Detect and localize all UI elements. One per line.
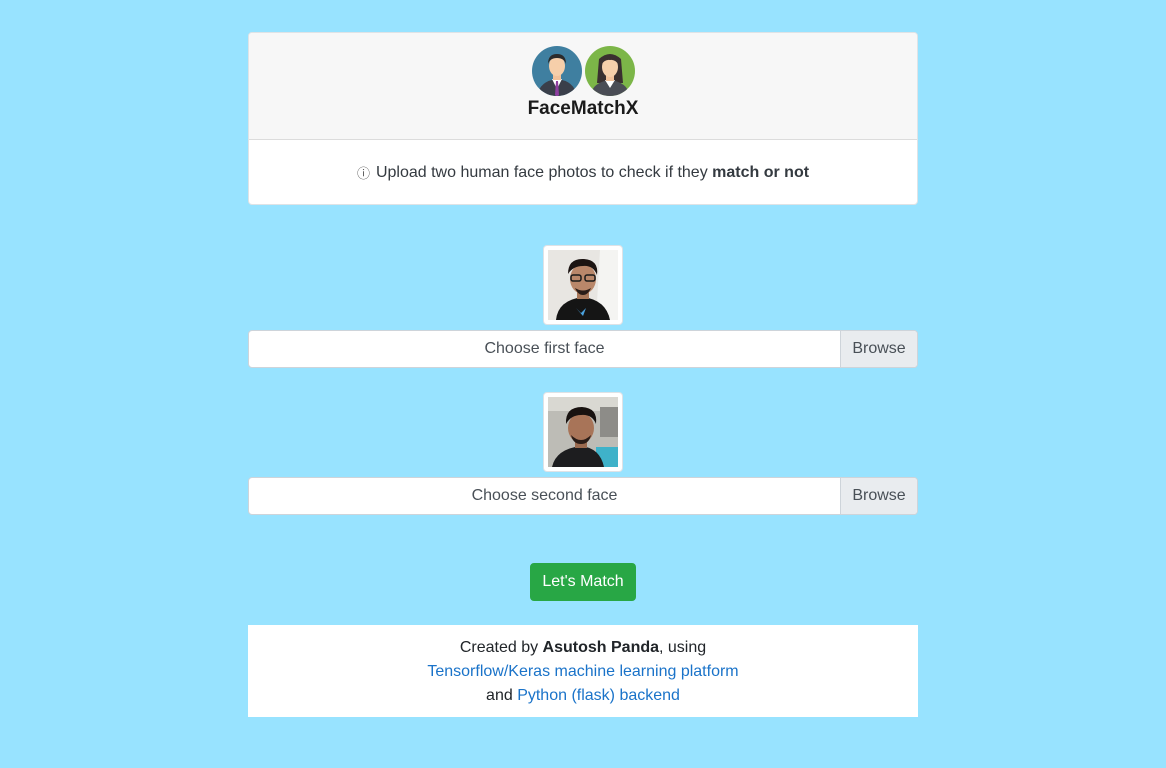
first-face-file-input[interactable]: Choose first face Browse	[248, 330, 918, 368]
first-face-label[interactable]: Choose first face	[249, 331, 840, 367]
author-name: Asutosh Panda	[542, 639, 660, 656]
tech-line-2: and Python (flask) backend	[248, 684, 918, 708]
info-text: Upload two human face photos to check if…	[375, 163, 713, 181]
info-message: ⓘ Upload two human face photos to check …	[249, 140, 917, 204]
card-header: FaceMatchX	[249, 33, 917, 140]
lets-match-button[interactable]: Let's Match	[530, 563, 636, 601]
female-avatar-icon	[585, 46, 635, 96]
first-face-photo	[548, 250, 618, 320]
first-face-preview	[543, 245, 623, 325]
first-browse-button[interactable]: Browse	[840, 331, 917, 367]
second-face-photo	[548, 397, 618, 467]
avatars-logo	[532, 46, 635, 96]
info-emphasis: match or not	[712, 163, 810, 181]
second-browse-button[interactable]: Browse	[840, 478, 917, 514]
credit-prefix: Created by	[459, 639, 543, 656]
info-icon: ⓘ	[356, 166, 370, 181]
and-text: and	[486, 687, 518, 704]
second-face-file-input[interactable]: Choose second face Browse	[248, 477, 918, 515]
second-face-label[interactable]: Choose second face	[249, 478, 840, 514]
tensorflow-link[interactable]: Tensorflow/Keras machine learning platfo…	[427, 663, 738, 680]
credit-line: Created by Asutosh Panda, using	[248, 636, 918, 660]
app-header-card: FaceMatchX ⓘ Upload two human face photo…	[248, 32, 918, 205]
male-avatar-icon	[532, 46, 582, 96]
app-title: FaceMatchX	[527, 98, 639, 119]
tech-line-1: Tensorflow/Keras machine learning platfo…	[248, 660, 918, 684]
footer: Created by Asutosh Panda, using Tensorfl…	[248, 625, 918, 717]
flask-link[interactable]: Python (flask) backend	[517, 687, 680, 704]
credit-suffix: , using	[659, 639, 707, 656]
second-face-preview	[543, 392, 623, 472]
